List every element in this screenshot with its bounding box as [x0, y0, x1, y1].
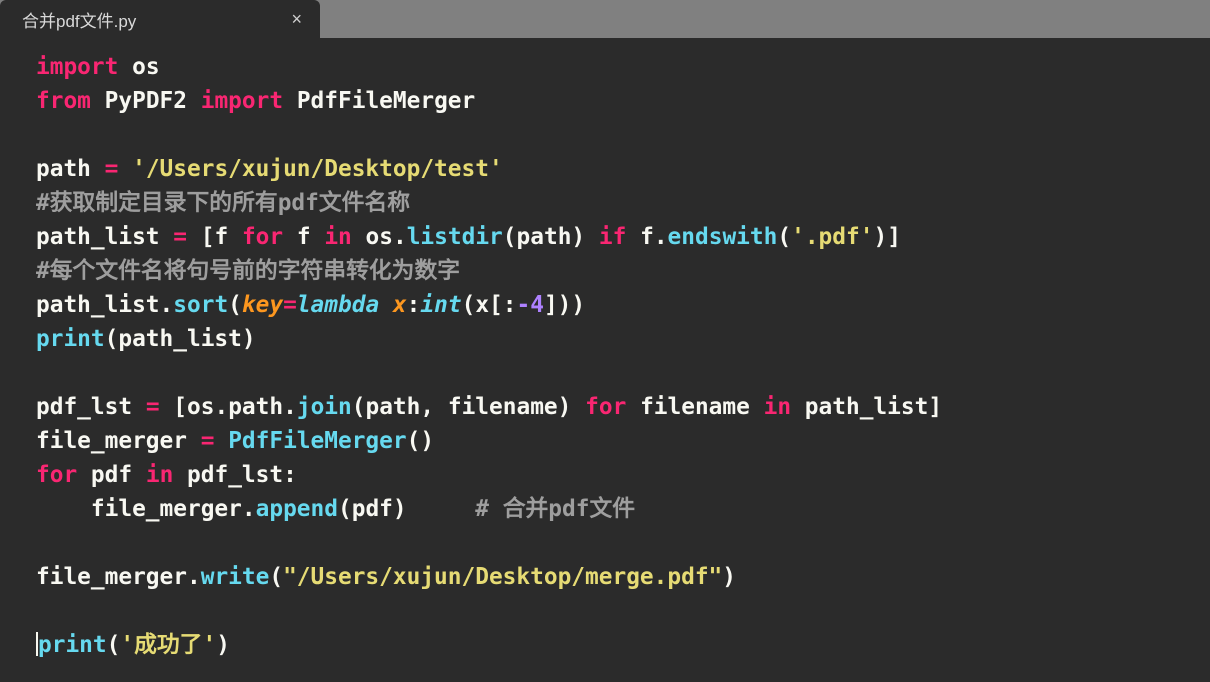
code-line: from PyPDF2 import PdfFileMerger	[36, 88, 475, 114]
code-line: path_list.sort(key=lambda x:int(x[:-4]))	[36, 292, 585, 318]
tab-title: 合并pdf文件.py	[22, 7, 136, 32]
code-line: print('成功了')	[36, 632, 230, 658]
code-line: path = '/Users/xujun/Desktop/test'	[36, 156, 503, 182]
tab-bar: 合并pdf文件.py ×	[0, 0, 1210, 38]
code-line: #获取制定目录下的所有pdf文件名称	[36, 190, 410, 216]
code-editor[interactable]: import os from PyPDF2 import PdfFileMerg…	[0, 38, 1210, 662]
code-line: path_list = [f for f in os.listdir(path)…	[36, 224, 901, 250]
code-line: file_merger = PdfFileMerger()	[36, 428, 434, 454]
close-icon[interactable]: ×	[291, 10, 302, 28]
code-line: import os	[36, 54, 160, 80]
tab-active[interactable]: 合并pdf文件.py ×	[0, 0, 320, 38]
code-line: for pdf in pdf_lst:	[36, 462, 297, 488]
code-line: file_merger.append(pdf) # 合并pdf文件	[36, 496, 635, 522]
code-line: print(path_list)	[36, 326, 256, 352]
code-line: pdf_lst = [os.path.join(path, filename) …	[36, 394, 942, 420]
code-line: #每个文件名将句号前的字符串转化为数字	[36, 258, 460, 284]
code-line: file_merger.write("/Users/xujun/Desktop/…	[36, 564, 736, 590]
